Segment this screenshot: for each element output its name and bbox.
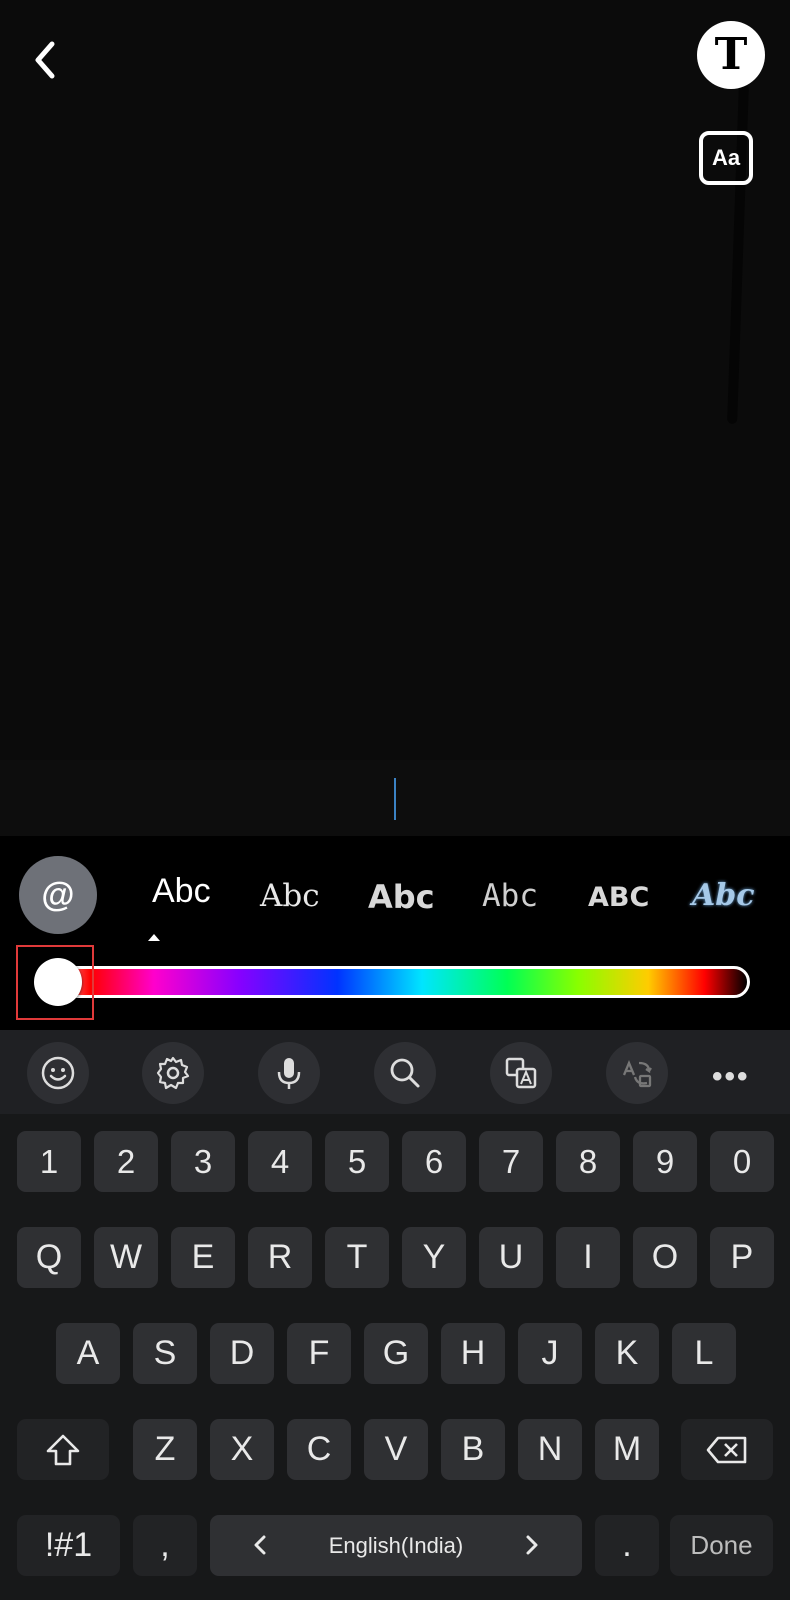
search-button[interactable] [374,1042,436,1104]
mention-button[interactable]: @ [19,856,97,934]
font-option-bold[interactable]: Abc [368,878,435,916]
microphone-icon [277,1058,301,1089]
key-g[interactable]: G [364,1323,428,1384]
done-key[interactable]: Done [670,1515,773,1576]
mention-label: @ [41,875,75,914]
key-y[interactable]: Y [402,1227,466,1288]
font-option-typewriter[interactable]: Abc [482,878,538,914]
chevron-left-icon [35,41,55,79]
key-f[interactable]: F [287,1323,351,1384]
emoji-icon [41,1056,75,1090]
key-e[interactable]: E [171,1227,235,1288]
key-h[interactable]: H [441,1323,505,1384]
key-x[interactable]: X [210,1419,274,1480]
key-m[interactable]: M [595,1419,659,1480]
shift-icon [46,1434,80,1465]
story-canvas[interactable] [0,0,790,760]
key-0[interactable]: 0 [710,1131,774,1192]
font-style-button[interactable]: Aa [699,131,753,185]
key-7[interactable]: 7 [479,1131,543,1192]
key-i[interactable]: I [556,1227,620,1288]
translate-button[interactable] [490,1042,552,1104]
font-option-strong[interactable]: ABC [588,882,649,913]
voice-input-button[interactable] [258,1042,320,1104]
space-key[interactable]: English(India) [210,1515,582,1576]
font-style-label: Aa [711,145,741,170]
key-o[interactable]: O [633,1227,697,1288]
key-j[interactable]: J [518,1323,582,1384]
comma-key[interactable]: , [133,1515,197,1576]
convert-button[interactable] [606,1042,668,1104]
key-3[interactable]: 3 [171,1131,235,1192]
font-picker: Abc Abc Abc Abc ABC Abc [140,862,790,932]
key-u[interactable]: U [479,1227,543,1288]
key-s[interactable]: S [133,1323,197,1384]
key-v[interactable]: V [364,1419,428,1480]
text-tool-label: T [714,29,748,80]
space-key-label: English(India) [328,1532,464,1558]
convert-icon [622,1060,652,1088]
key-b[interactable]: B [441,1419,505,1480]
selected-font-indicator [148,934,160,941]
backspace-key[interactable] [681,1419,773,1480]
key-2[interactable]: 2 [94,1131,158,1192]
key-1[interactable]: 1 [17,1131,81,1192]
highlight-box [16,945,94,1020]
chevron-right-icon [526,1535,538,1555]
color-slider-track[interactable] [38,966,750,998]
key-5[interactable]: 5 [325,1131,389,1192]
font-option-classic[interactable]: Abc [152,872,211,911]
chevron-left-icon [254,1535,266,1555]
backspace-icon [706,1436,747,1463]
key-9[interactable]: 9 [633,1131,697,1192]
search-icon [390,1058,420,1088]
text-tool-button[interactable]: T [697,21,765,89]
symbols-key[interactable]: !#1 [17,1515,120,1576]
emoji-button[interactable] [27,1042,89,1104]
key-r[interactable]: R [248,1227,312,1288]
key-l[interactable]: L [672,1323,736,1384]
key-t[interactable]: T [325,1227,389,1288]
settings-icon [156,1056,190,1090]
key-d[interactable]: D [210,1323,274,1384]
more-options-button[interactable]: ••• [712,1060,762,1093]
key-q[interactable]: Q [17,1227,81,1288]
key-8[interactable]: 8 [556,1131,620,1192]
text-cursor [394,778,396,820]
key-4[interactable]: 4 [248,1131,312,1192]
back-button[interactable] [28,36,64,84]
key-p[interactable]: P [710,1227,774,1288]
key-z[interactable]: Z [133,1419,197,1480]
key-c[interactable]: C [287,1419,351,1480]
key-6[interactable]: 6 [402,1131,466,1192]
key-k[interactable]: K [595,1323,659,1384]
period-key[interactable]: . [595,1515,659,1576]
shift-key[interactable] [17,1419,109,1480]
translate-icon [505,1057,537,1089]
key-a[interactable]: A [56,1323,120,1384]
key-n[interactable]: N [518,1419,582,1480]
font-option-serif[interactable]: Abc [260,878,320,914]
font-option-gothic[interactable]: Abc [692,878,755,913]
key-w[interactable]: W [94,1227,158,1288]
settings-button[interactable] [142,1042,204,1104]
